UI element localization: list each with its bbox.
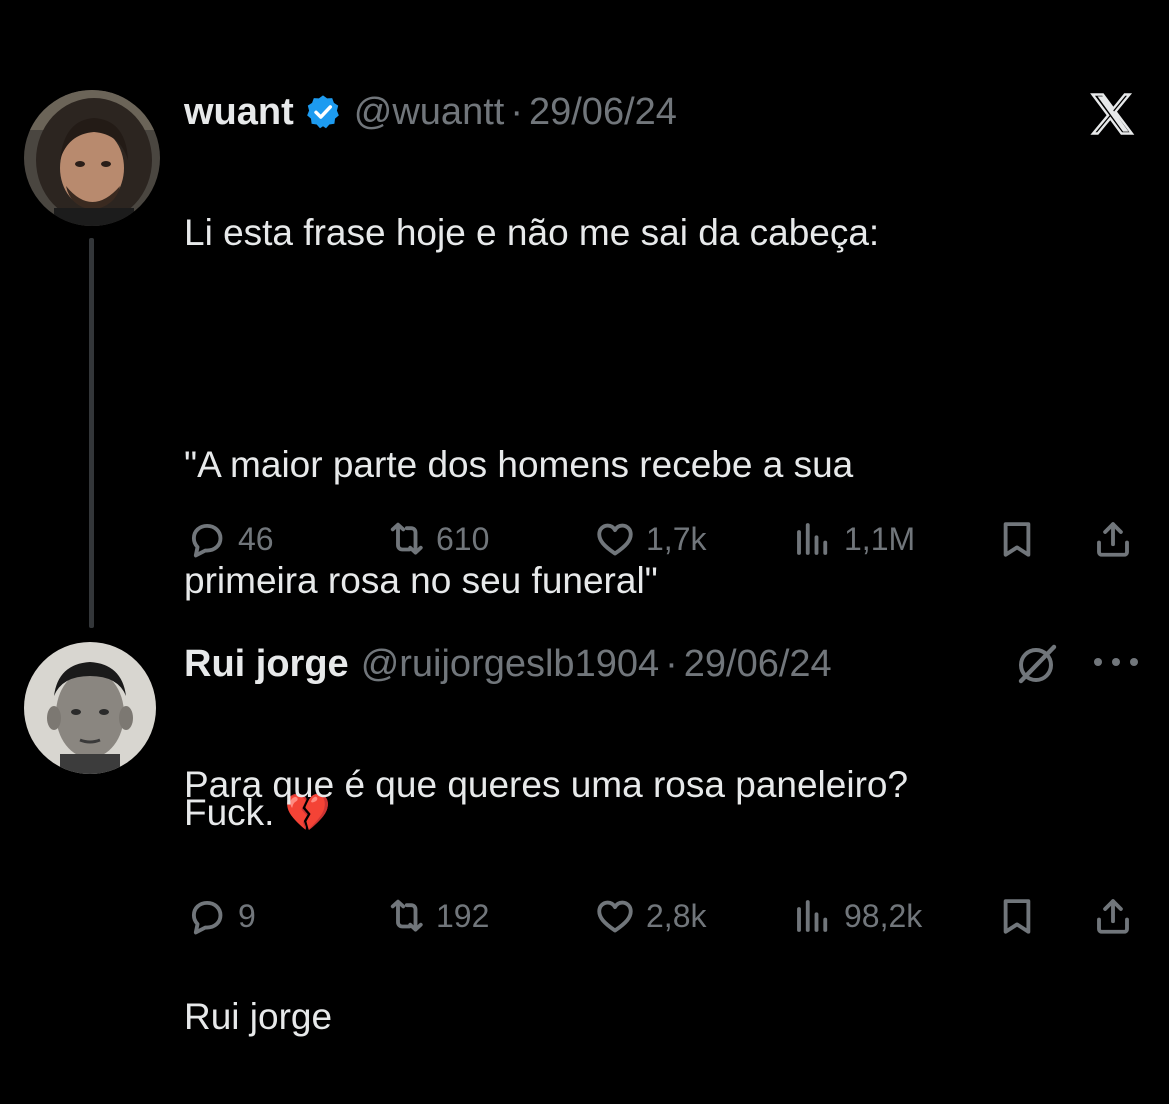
views-count: 1,1M bbox=[844, 520, 916, 557]
repost-icon bbox=[390, 522, 423, 555]
views-button[interactable]: 1,1M bbox=[792, 515, 915, 563]
text-line: Li esta frase hoje e não me sai da cabeç… bbox=[184, 212, 880, 253]
reply-count: 46 bbox=[238, 520, 274, 557]
repost-icon bbox=[390, 899, 423, 932]
bookmark-icon bbox=[1003, 522, 1031, 557]
views-icon bbox=[797, 523, 828, 555]
author-handle[interactable]: @ruijorgeslb1904 bbox=[361, 643, 659, 686]
reply-count: 9 bbox=[238, 897, 256, 934]
separator-dot: · bbox=[510, 90, 523, 133]
like-count: 2,8k bbox=[646, 897, 707, 934]
repost-button[interactable]: 192 bbox=[384, 892, 489, 940]
tweet-header: Rui jorge @ruijorgeslb1904 · 29/06/24 bbox=[184, 640, 832, 688]
text-line: "A maior parte dos homens recebe a sua bbox=[184, 444, 854, 485]
like-button[interactable]: 1,7k bbox=[594, 515, 706, 563]
views-count: 98,2k bbox=[844, 897, 923, 934]
views-icon bbox=[797, 900, 828, 932]
text-line-empty bbox=[184, 320, 879, 378]
like-icon bbox=[597, 523, 633, 556]
more-icon[interactable] bbox=[1094, 650, 1138, 674]
reply-icon bbox=[191, 900, 223, 935]
share-button[interactable] bbox=[1092, 892, 1134, 940]
author-name[interactable]: Rui jorge bbox=[184, 643, 349, 686]
repost-button[interactable]: 610 bbox=[384, 515, 489, 563]
grok-icon[interactable] bbox=[1013, 640, 1061, 688]
share-button[interactable] bbox=[1092, 515, 1134, 563]
author-name[interactable]: wuant bbox=[184, 91, 294, 134]
tweet-date[interactable]: 29/06/24 bbox=[684, 643, 832, 686]
verified-badge-icon[interactable] bbox=[304, 93, 342, 131]
text-line: Rui jorge bbox=[184, 996, 333, 1037]
bookmark-icon bbox=[1003, 899, 1031, 934]
like-button[interactable]: 2,8k bbox=[594, 892, 706, 940]
avatar-image-rui-jorge bbox=[24, 642, 156, 774]
repost-count: 610 bbox=[436, 520, 490, 557]
avatar[interactable] bbox=[24, 642, 156, 774]
share-icon bbox=[1097, 899, 1129, 934]
text-line: Para que é que queres uma rosa paneleiro… bbox=[184, 764, 909, 805]
separator-dot: · bbox=[665, 642, 678, 685]
tweet-actions: 9 192 2,8k 98,2k bbox=[184, 892, 1144, 940]
share-icon bbox=[1097, 522, 1129, 557]
bookmark-button[interactable] bbox=[996, 892, 1038, 940]
tweet-actions: 46 610 1,7k 1,1M bbox=[184, 515, 1144, 563]
tweet-date[interactable]: 29/06/24 bbox=[529, 91, 677, 134]
reply-icon bbox=[191, 523, 223, 558]
avatar[interactable] bbox=[24, 90, 160, 226]
author-handle[interactable]: @wuantt bbox=[354, 91, 505, 134]
views-button[interactable]: 98,2k bbox=[792, 892, 922, 940]
like-icon bbox=[597, 900, 633, 933]
like-count: 1,7k bbox=[646, 520, 707, 557]
tweet-header: wuant @wuantt · 29/06/24 bbox=[184, 88, 677, 136]
tweet-reply[interactable]: Rui jorge @ruijorgeslb1904 · 29/06/24 Pa… bbox=[0, 620, 1169, 1037]
avatar-image-wuant bbox=[24, 90, 160, 226]
reply-button[interactable]: 46 bbox=[186, 515, 274, 563]
repost-count: 192 bbox=[436, 897, 490, 934]
reply-button[interactable]: 9 bbox=[186, 892, 256, 940]
tweet-original[interactable]: wuant @wuantt · 29/06/24 Li esta frase h… bbox=[0, 0, 1169, 833]
bookmark-button[interactable] bbox=[996, 515, 1038, 563]
